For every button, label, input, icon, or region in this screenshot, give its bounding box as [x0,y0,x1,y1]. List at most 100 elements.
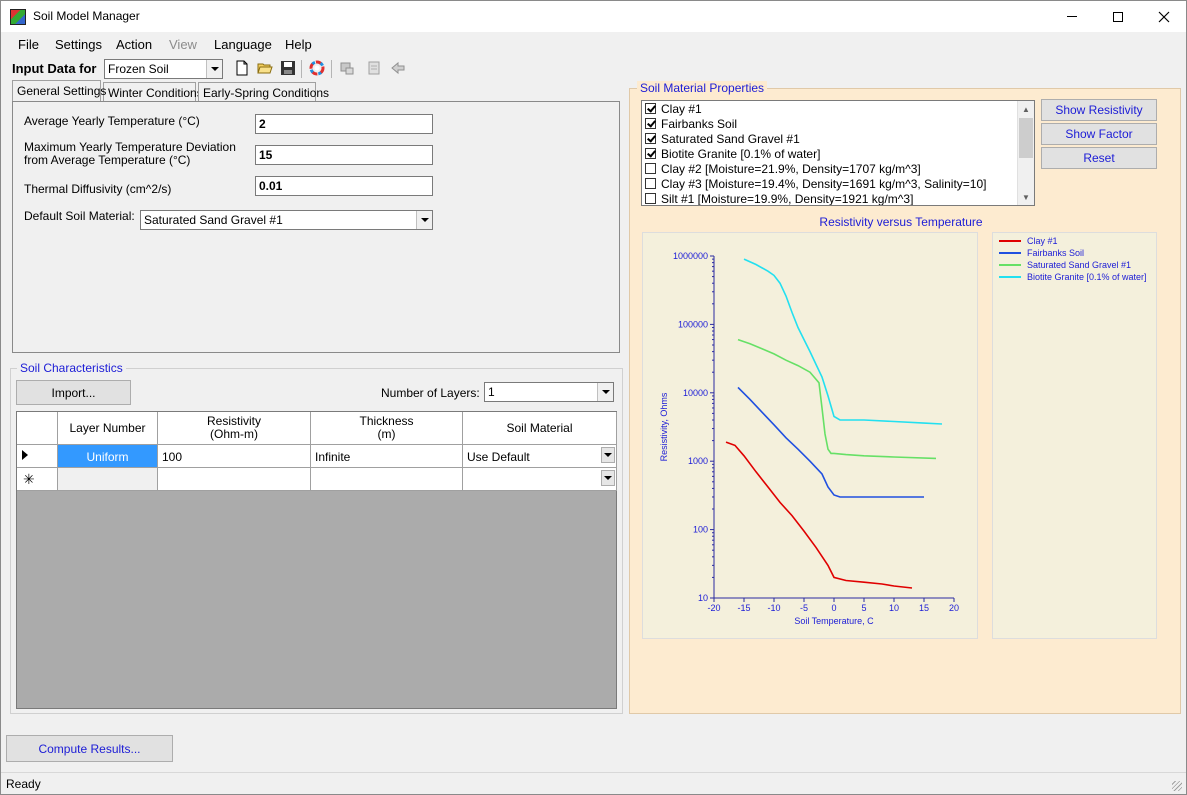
resize-grip-icon[interactable] [1172,781,1182,791]
y-tick-label: 10000 [683,388,708,398]
x-tick-label: 5 [861,603,866,613]
save-icon[interactable] [280,60,296,76]
scroll-up-icon[interactable]: ▲ [1018,101,1034,117]
checkbox[interactable] [645,103,656,114]
default-material-value: Saturated Sand Gravel #1 [144,213,283,227]
reset-button[interactable]: Reset [1041,147,1157,169]
tab-general-settings[interactable]: General Settings [12,80,106,101]
legend-swatch [999,264,1021,266]
menu-view[interactable]: View [169,37,197,52]
resistivity-chart: 10 100 1000 10000 100000 1000000 -20 -15 -10 -5 0 5… [659,251,959,626]
input-data-label: Input Data for [12,61,97,76]
max-dev-input[interactable]: 15 [255,145,433,165]
menu-settings[interactable]: Settings [55,37,102,52]
show-resistivity-button[interactable]: Show Resistivity [1041,99,1157,121]
checkbox[interactable] [645,163,656,174]
material-item[interactable]: Clay #1 [645,101,702,116]
column-header-unit: (m) [377,427,396,441]
scroll-down-icon[interactable]: ▼ [1018,189,1034,205]
chevron-down-icon[interactable] [601,470,615,486]
material-item[interactable]: Saturated Sand Gravel #1 [645,131,800,146]
number-of-layers-label: Number of Layers: [381,386,480,400]
material-item[interactable]: Clay #3 [Moisture=19.4%, Density=1691 kg… [645,176,986,191]
new-resistivity-cell[interactable] [158,468,311,491]
thickness-cell[interactable]: Infinite [311,445,463,468]
legend-label: Fairbanks Soil [1027,248,1085,258]
export-icon[interactable] [366,60,382,76]
new-layer-number-cell[interactable] [58,468,158,491]
tab-winter-conditions[interactable]: Winter Conditions [103,82,203,101]
y-tick-label: 100 [693,525,708,535]
input-mode-value: Frozen Soil [108,62,169,76]
menu-help[interactable]: Help [285,37,312,52]
material-item[interactable]: Biotite Granite [0.1% of water] [645,146,820,161]
resistivity-cell[interactable]: 100 [158,445,311,468]
compute-icon[interactable] [339,60,355,76]
legend-entry: Biotite Granite [0.1% of water] [999,272,1147,282]
column-header-thickness[interactable]: Thickness (m) [311,412,463,445]
scroll-thumb[interactable] [1019,118,1033,158]
maximize-button[interactable] [1095,1,1141,32]
new-row-asterisk-icon[interactable]: ✳ [17,468,58,491]
number-of-layers-value: 1 [488,385,495,399]
checkbox[interactable] [645,133,656,144]
row-selector[interactable] [17,445,58,468]
color-wheel-icon[interactable] [309,60,325,76]
column-header-label: Layer Number [69,420,146,435]
input-mode-select[interactable]: Frozen Soil [104,59,223,79]
material-label: Saturated Sand Gravel #1 [661,131,800,146]
material-label: Clay #2 [Moisture=21.9%, Density=1707 kg… [661,161,921,176]
avg-temp-input[interactable]: 2 [255,114,433,134]
toolbar: Input Data for Frozen Soil [1,57,1186,81]
material-item[interactable]: Fairbanks Soil [645,116,737,131]
layer-number-cell[interactable]: Uniform [58,445,158,468]
column-header-layer-number[interactable]: Layer Number [58,412,158,445]
column-header-resistivity[interactable]: Resistivity (Ohm-m) [158,412,311,445]
checkbox[interactable] [645,193,656,204]
checkbox[interactable] [645,148,656,159]
x-tick-label: -20 [707,603,720,613]
x-axis-label: Soil Temperature, C [794,616,874,626]
chart-title: Resistivity versus Temperature [819,215,983,229]
x-tick-label: 20 [949,603,959,613]
diffusivity-input[interactable]: 0.01 [255,176,433,196]
default-material-select[interactable]: Saturated Sand Gravel #1 [140,210,433,230]
checkbox[interactable] [645,178,656,189]
menu-file[interactable]: File [18,37,39,52]
series-line [743,258,943,425]
soil-material-value: Use Default [467,450,530,464]
import-button[interactable]: Import... [16,380,131,405]
tab-early-spring-conditions[interactable]: Early-Spring Conditions [198,82,329,101]
column-header-soil-material[interactable]: Soil Material [463,412,617,445]
checkbox[interactable] [645,118,656,129]
show-factor-button[interactable]: Show Factor [1041,123,1157,145]
number-of-layers-select[interactable]: 1 [484,382,614,402]
app-window: Soil Model Manager File Settings Action … [0,0,1187,795]
menu-language[interactable]: Language [214,37,272,52]
material-list-scrollbar[interactable]: ▲ ▼ [1017,101,1034,205]
chevron-down-icon[interactable] [601,447,615,463]
x-tick-label: -10 [767,603,780,613]
soil-material-cell[interactable]: Use Default [463,445,617,468]
status-bar: Ready [1,772,1186,794]
chart-area: 10 100 1000 10000 100000 1000000 -20 -15 -10 -5 0 5… [642,232,978,639]
material-item[interactable]: Clay #2 [Moisture=21.9%, Density=1707 kg… [645,161,921,176]
chevron-down-icon [416,211,432,229]
column-header-label: Soil Material [506,420,573,435]
minimize-button[interactable] [1049,1,1095,32]
close-button[interactable] [1141,1,1187,32]
compute-results-button[interactable]: Compute Results... [6,735,173,762]
title-bar: Soil Model Manager [1,1,1186,32]
open-folder-icon[interactable] [257,60,273,76]
menu-action[interactable]: Action [116,37,152,52]
chevron-down-icon [206,60,222,78]
x-tick-label: -15 [737,603,750,613]
new-file-icon[interactable] [234,60,250,76]
new-thickness-cell[interactable] [311,468,463,491]
legend-label: Saturated Sand Gravel #1 [1027,260,1132,270]
back-arrow-icon[interactable] [390,60,406,76]
material-item[interactable]: Silt #1 [Moisture=19.9%, Density=1921 kg… [645,191,913,205]
diffusivity-label: Thermal Diffusivity (cm^2/s) [24,182,172,196]
new-soil-material-cell[interactable] [463,468,617,491]
legend-entry: Fairbanks Soil [999,248,1084,258]
